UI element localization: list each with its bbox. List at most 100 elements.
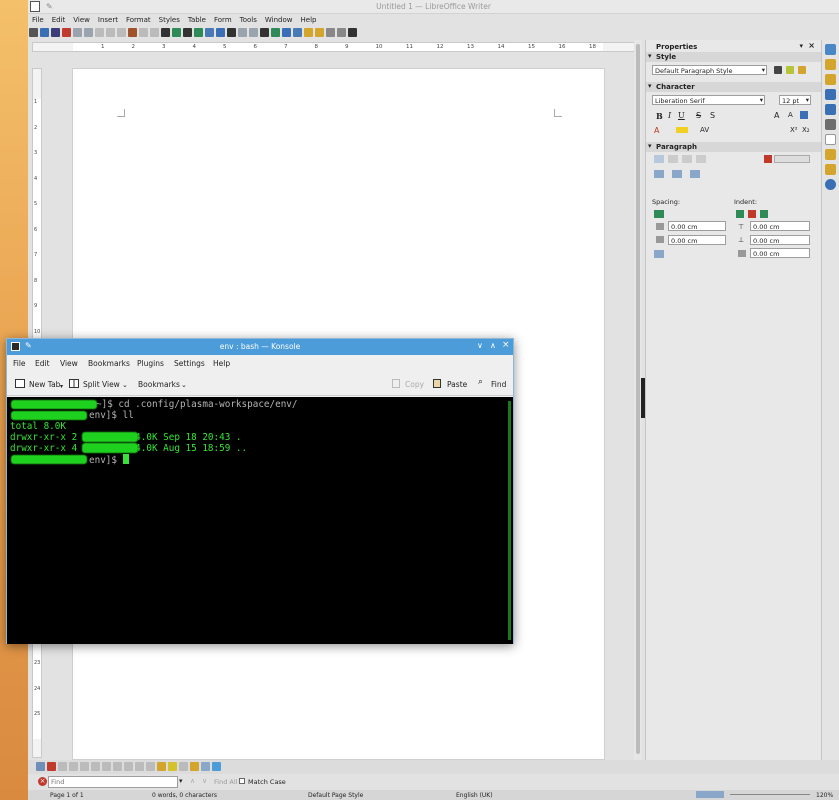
clear-formatting-icon[interactable] bbox=[800, 111, 808, 119]
align-right-icon[interactable] bbox=[682, 155, 692, 163]
menu-table[interactable]: Table bbox=[184, 14, 210, 24]
font-color-icon[interactable]: A bbox=[654, 126, 659, 135]
draw-functions-icon[interactable] bbox=[348, 28, 357, 37]
tb-item-3-icon[interactable] bbox=[80, 762, 89, 771]
split-view-chevron-icon[interactable]: ⌄ bbox=[122, 381, 128, 389]
grow-font-icon[interactable]: A bbox=[774, 111, 779, 120]
sidebar-menu-icon[interactable]: ▾ bbox=[799, 42, 803, 50]
find-icon[interactable]: ⌕ bbox=[478, 377, 483, 387]
match-case-checkbox[interactable] bbox=[239, 778, 245, 784]
zoom-slider[interactable] bbox=[730, 794, 810, 795]
design-tab-icon[interactable] bbox=[825, 134, 836, 145]
menu-form[interactable]: Form bbox=[210, 14, 236, 24]
menu-styles[interactable]: Styles bbox=[155, 14, 184, 24]
tb-item-9-icon[interactable] bbox=[146, 762, 155, 771]
font-name-select[interactable]: Liberation Serif ▾ bbox=[652, 95, 765, 105]
subscript-icon[interactable]: X₂ bbox=[802, 126, 810, 134]
increase-indent-icon[interactable] bbox=[736, 210, 744, 218]
find-input[interactable] bbox=[48, 776, 178, 788]
horizontal-ruler[interactable]: 1 2 3 4 5 6 7 8 9 10 11 12 13 14 15 16 18 bbox=[32, 42, 638, 52]
tb-item-10-icon[interactable] bbox=[157, 762, 166, 771]
strikethrough-icon[interactable]: S bbox=[696, 111, 701, 120]
maximize-icon[interactable]: ∧ bbox=[490, 341, 496, 350]
insert-textbox-icon[interactable] bbox=[227, 28, 236, 37]
clone-formatting-icon[interactable] bbox=[128, 28, 137, 37]
formatting-marks-icon[interactable] bbox=[183, 28, 192, 37]
word-count[interactable]: 0 words, 0 characters bbox=[152, 792, 217, 799]
gallery-tab-icon[interactable] bbox=[825, 89, 836, 100]
basic-shapes-icon[interactable] bbox=[337, 28, 346, 37]
style-more-icon[interactable] bbox=[798, 66, 806, 74]
new-tab-dropdown-icon[interactable]: ▾ bbox=[60, 383, 63, 390]
spelling-icon[interactable] bbox=[172, 28, 181, 37]
konsole-menu-settings[interactable]: Settings bbox=[174, 359, 205, 368]
tb-item-13-icon[interactable] bbox=[190, 762, 199, 771]
paste-icon[interactable] bbox=[117, 28, 126, 37]
new-tab-button[interactable]: New Tab bbox=[29, 380, 60, 389]
paragraph-style-select[interactable]: Default Paragraph Style ▾ bbox=[652, 65, 767, 75]
copy-icon[interactable] bbox=[106, 28, 115, 37]
insert-mode-icon[interactable] bbox=[36, 762, 45, 771]
tb-item-15-icon[interactable] bbox=[212, 762, 221, 771]
numbering-icon[interactable] bbox=[672, 170, 682, 178]
undo-icon[interactable] bbox=[139, 28, 148, 37]
hyperlink-icon[interactable] bbox=[271, 28, 280, 37]
scrollbar-thumb[interactable] bbox=[636, 44, 640, 754]
tb-item-11-icon[interactable] bbox=[168, 762, 177, 771]
copy-button[interactable]: Copy bbox=[405, 380, 424, 389]
paragraph-background-icon[interactable] bbox=[764, 155, 772, 163]
tb-item-7-icon[interactable] bbox=[124, 762, 133, 771]
konsole-menu-view[interactable]: View bbox=[60, 359, 78, 368]
terminal-scrollbar[interactable] bbox=[508, 401, 511, 640]
footnote-icon[interactable] bbox=[282, 28, 291, 37]
bookmarks-chevron-icon[interactable]: ⌄ bbox=[181, 381, 187, 389]
view-layout-icons[interactable] bbox=[696, 791, 724, 798]
special-character-icon[interactable] bbox=[260, 28, 269, 37]
new-style-icon[interactable] bbox=[786, 66, 794, 74]
tb-item-8-icon[interactable] bbox=[135, 762, 144, 771]
styles-tab-icon[interactable] bbox=[825, 74, 836, 85]
menu-help[interactable]: Help bbox=[297, 14, 321, 24]
konsole-menu-edit[interactable]: Edit bbox=[35, 359, 50, 368]
menu-file[interactable]: File bbox=[28, 14, 48, 24]
konsole-menu-bookmarks[interactable]: Bookmarks bbox=[88, 359, 130, 368]
line-icon[interactable] bbox=[326, 28, 335, 37]
konsole-menu-plugins[interactable]: Plugins bbox=[137, 359, 164, 368]
menu-view[interactable]: View bbox=[69, 14, 94, 24]
first-line-indent-field[interactable]: 0.00 cm bbox=[750, 248, 810, 258]
tb-item-12-icon[interactable] bbox=[179, 762, 188, 771]
export-pdf-icon[interactable] bbox=[62, 28, 71, 37]
open-icon[interactable] bbox=[40, 28, 49, 37]
language[interactable]: English (UK) bbox=[456, 792, 493, 799]
print-icon[interactable] bbox=[73, 28, 82, 37]
justify-icon[interactable] bbox=[696, 155, 706, 163]
spacing-above-field[interactable]: 0.00 cm bbox=[668, 221, 726, 231]
tb-item-2-icon[interactable] bbox=[69, 762, 78, 771]
character-spacing-icon[interactable]: AV bbox=[700, 126, 709, 134]
find-button[interactable]: Find bbox=[491, 380, 506, 389]
character-section-header[interactable]: Character bbox=[646, 82, 821, 92]
paragraph-background-color[interactable] bbox=[774, 155, 810, 163]
menu-format[interactable]: Format bbox=[122, 14, 155, 24]
shadow-icon[interactable]: S bbox=[710, 111, 715, 120]
split-view-icon[interactable] bbox=[69, 379, 79, 388]
style-section-header[interactable]: Style bbox=[646, 52, 821, 62]
menu-tools[interactable]: Tools bbox=[236, 14, 261, 24]
track-changes-icon[interactable] bbox=[315, 28, 324, 37]
close-icon[interactable]: × bbox=[502, 340, 510, 350]
split-view-button[interactable]: Split View bbox=[83, 380, 120, 389]
tb-item-14-icon[interactable] bbox=[201, 762, 210, 771]
align-center-icon[interactable] bbox=[668, 155, 678, 163]
paste-icon[interactable] bbox=[433, 379, 441, 388]
align-left-icon[interactable] bbox=[654, 155, 664, 163]
find-all-button[interactable]: Find All bbox=[214, 778, 237, 786]
page-tab-icon[interactable] bbox=[825, 59, 836, 70]
line-spacing-icon[interactable] bbox=[654, 250, 664, 258]
find-replace-icon[interactable] bbox=[161, 28, 170, 37]
outline-icon[interactable] bbox=[690, 170, 700, 178]
copy-icon[interactable] bbox=[392, 379, 400, 388]
save-icon[interactable] bbox=[51, 28, 60, 37]
konsole-menu-file[interactable]: File bbox=[13, 359, 26, 368]
properties-tab-icon[interactable] bbox=[825, 44, 836, 55]
page-count[interactable]: Page 1 of 1 bbox=[50, 792, 84, 799]
